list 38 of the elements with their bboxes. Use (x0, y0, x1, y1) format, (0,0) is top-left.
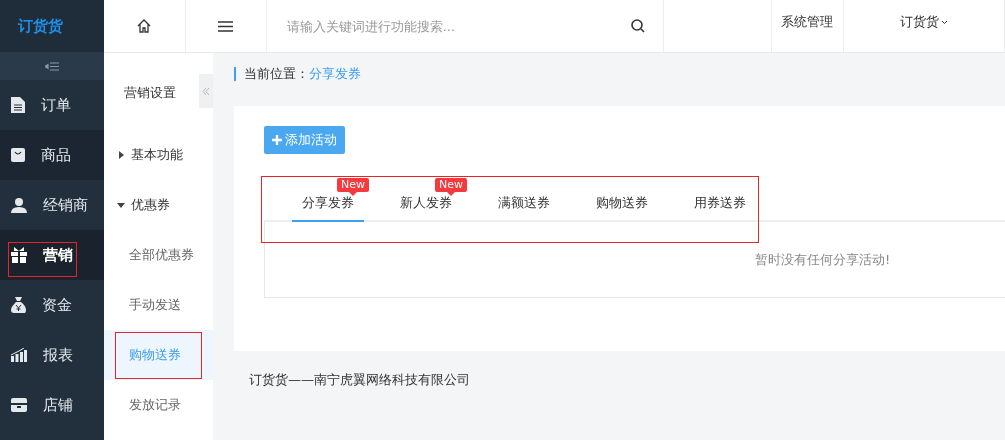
sidebar-item[interactable]: 报表 (0, 330, 104, 380)
plus-icon (272, 135, 282, 145)
submenu-title: 营销设置 (124, 85, 176, 100)
breadcrumb-label: 当前位置： (244, 65, 309, 83)
document-icon (11, 97, 25, 113)
sidebar-item[interactable]: 经销商 (0, 180, 104, 230)
caret-right-icon (117, 151, 125, 159)
person-icon (11, 197, 27, 213)
footer-text: 订货货——南宁虎翼网络科技有限公司 (248, 371, 471, 389)
store-icon (11, 398, 27, 412)
collapse-icon[interactable] (45, 61, 59, 71)
menu-group[interactable]: 优惠券 (104, 180, 213, 230)
chevron-down-icon (941, 19, 949, 25)
sidebar-item[interactable]: 订单 (0, 80, 104, 130)
logo: 订货货 (18, 16, 63, 36)
search-field[interactable]: 请输入关键词进行功能搜索... (266, 0, 664, 52)
bag-icon (11, 148, 25, 162)
submenu-item[interactable]: 发放记录 (104, 380, 213, 430)
empty-message: 暂时没有任何分享活动! (755, 250, 891, 269)
tab[interactable]: 满额送券 (498, 186, 550, 222)
gift-icon (11, 247, 27, 263)
sidebar-item[interactable]: 店铺 (0, 380, 104, 430)
home-icon[interactable] (137, 19, 152, 33)
tab[interactable]: 购物送券 (596, 186, 648, 222)
submenu-item[interactable]: 全部优惠券 (104, 230, 213, 280)
bar-chart-icon (11, 348, 27, 362)
sidebar-item[interactable]: 商品 (0, 130, 104, 180)
search-icon[interactable] (630, 19, 645, 33)
caret-down-icon (117, 201, 125, 209)
tab[interactable]: 用券送券 (694, 186, 746, 222)
sidebar-item[interactable]: 营销 (0, 230, 104, 280)
top-menu[interactable]: 订货货 (900, 13, 949, 31)
top-menu[interactable]: 系统管理 (781, 13, 834, 31)
menu-icon[interactable] (218, 20, 234, 32)
menu-group[interactable]: 基本功能 (104, 130, 213, 180)
sidebar-item[interactable]: 资金 (0, 280, 104, 330)
submenu-item[interactable]: 手动发送 (104, 280, 213, 330)
money-bag-icon (11, 297, 26, 313)
